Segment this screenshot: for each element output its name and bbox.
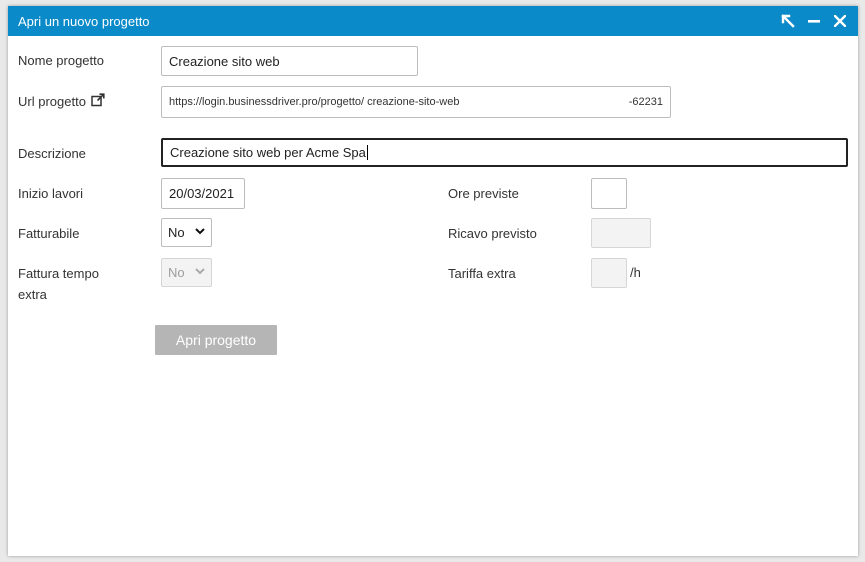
project-url-label-text: Url progetto	[18, 94, 86, 109]
extra-time-invoice-label: Fattura tempo extra	[18, 263, 99, 305]
restore-icon[interactable]	[780, 13, 796, 29]
extra-rate-unit: /h	[630, 265, 641, 280]
start-date-value: 20/03/2021	[169, 186, 235, 201]
start-date-input[interactable]: 20/03/2021	[161, 178, 245, 209]
expected-revenue-label: Ricavo previsto	[448, 226, 537, 241]
text-cursor	[366, 145, 368, 160]
extra-time-invoice-select[interactable]: No	[161, 258, 212, 287]
dialog-title: Apri un nuovo progetto	[18, 13, 150, 29]
billable-label: Fatturabile	[18, 226, 80, 241]
extra-time-invoice-label-line1: Fattura tempo	[18, 266, 99, 281]
description-label: Descrizione	[18, 146, 86, 161]
close-icon[interactable]	[832, 13, 848, 29]
extra-rate-label: Tariffa extra	[448, 266, 516, 281]
chevron-down-icon	[195, 227, 205, 238]
extra-rate-input[interactable]	[591, 258, 627, 288]
start-date-label: Inizio lavori	[18, 186, 84, 201]
project-url-path: https://login.businessdriver.pro/progett…	[169, 96, 459, 108]
project-name-input[interactable]: Creazione sito web	[161, 46, 418, 76]
new-project-dialog: Apri un nuovo progetto Nome progetto Cre…	[8, 6, 858, 556]
expected-hours-label: Ore previste	[448, 186, 519, 201]
project-name-value: Creazione sito web	[169, 53, 280, 69]
project-url-slug: creazione-sito-web	[367, 96, 460, 108]
description-input[interactable]: Creazione sito web per Acme Spa	[161, 138, 848, 167]
expected-hours-input[interactable]	[591, 178, 627, 209]
external-link-icon[interactable]	[91, 92, 105, 113]
description-value: Creazione sito web per Acme Spa	[170, 145, 366, 160]
project-url-label: Url progetto	[18, 91, 105, 113]
open-project-button[interactable]: Apri progetto	[155, 325, 277, 355]
extra-time-invoice-label-line2: extra	[18, 287, 47, 302]
minimize-icon[interactable]	[806, 13, 822, 29]
billable-value: No	[168, 225, 185, 240]
project-url-prefix: https://login.businessdriver.pro/progett…	[169, 96, 365, 108]
project-url-display[interactable]: https://login.businessdriver.pro/progett…	[161, 86, 671, 118]
project-url-suffix: -62231	[628, 96, 663, 108]
project-name-label: Nome progetto	[18, 53, 104, 68]
chevron-down-icon	[195, 267, 205, 278]
extra-time-invoice-value: No	[168, 265, 185, 280]
billable-select[interactable]: No	[161, 218, 212, 247]
expected-revenue-input[interactable]	[591, 218, 651, 248]
window-controls	[780, 13, 848, 29]
dialog-titlebar: Apri un nuovo progetto	[8, 6, 858, 36]
